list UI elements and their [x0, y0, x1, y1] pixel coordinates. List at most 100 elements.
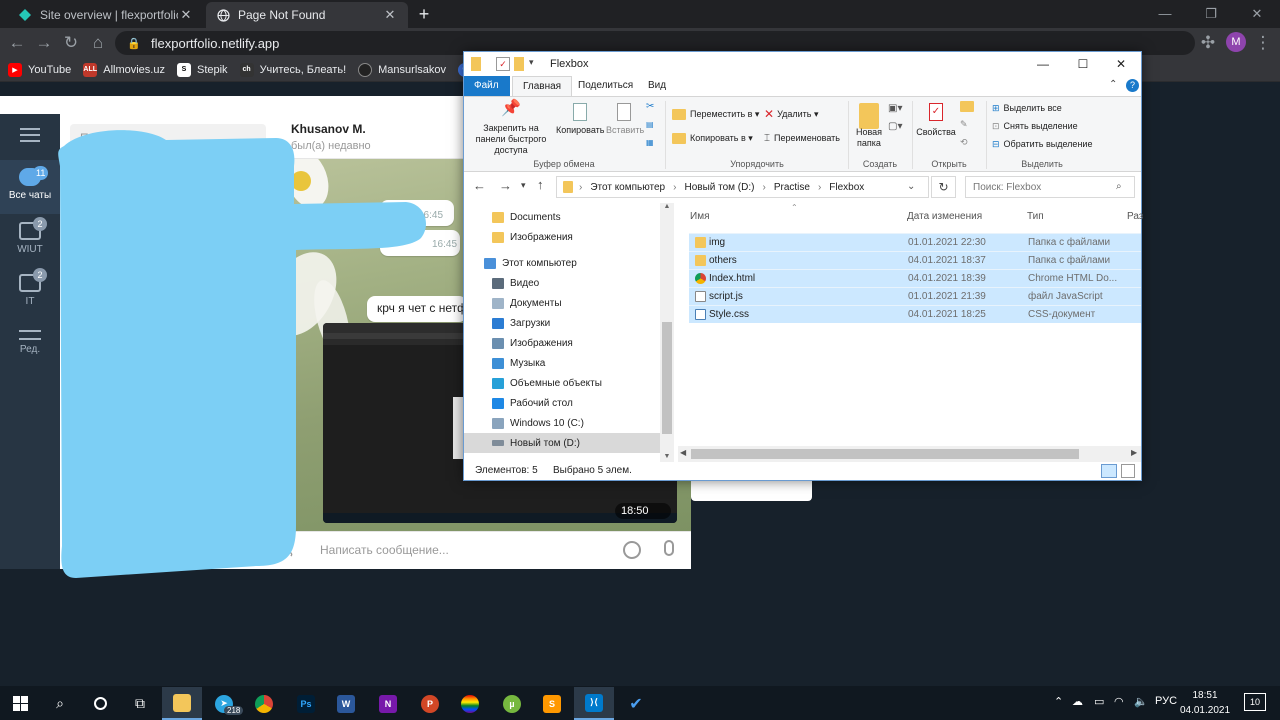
properties-button[interactable]: ✓ Свойства: [916, 103, 956, 138]
tray-chevron-icon[interactable]: ⌃: [1054, 695, 1063, 708]
hamburger-icon[interactable]: [20, 128, 40, 142]
menu-dots-icon[interactable]: ⋮: [1252, 32, 1274, 54]
cortana-icon[interactable]: [80, 687, 120, 720]
reload-icon[interactable]: ↻: [60, 32, 82, 54]
browser-tab-site-overview[interactable]: Site overview | flexportfolio ✕: [8, 2, 204, 28]
copy-to-button[interactable]: Копировать в ▾: [672, 133, 753, 144]
sublime-taskbar-icon[interactable]: S: [532, 687, 572, 720]
explorer-search-input[interactable]: Поиск: Flexbox ⌕: [965, 176, 1135, 198]
file-explorer-taskbar-icon[interactable]: [162, 687, 202, 720]
file-row[interactable]: img 01.01.2021 22:30 Папка с файлами: [689, 233, 1141, 251]
large-icons-view-icon[interactable]: [1121, 464, 1135, 478]
breadcrumb-practise[interactable]: Practise: [774, 182, 810, 193]
wifi-icon[interactable]: ◠: [1114, 695, 1124, 708]
nav-item-pictures-quick[interactable]: Изображения: [464, 227, 660, 247]
file-row[interactable]: script.js 01.01.2021 21:39 файл JavaScri…: [689, 287, 1141, 305]
close-tab-icon[interactable]: ✕: [382, 7, 398, 23]
telegram-taskbar-icon[interactable]: ➤ 218: [204, 687, 244, 720]
task-view-icon[interactable]: ⧉: [120, 687, 160, 720]
bookmark-youtube[interactable]: ▶ YouTube: [8, 62, 71, 77]
file-row[interactable]: Index.html 04.01.2021 18:39 Chrome HTML …: [689, 269, 1141, 287]
back-arrow-icon[interactable]: ←: [6, 32, 28, 54]
onenote-taskbar-icon[interactable]: N: [368, 687, 408, 720]
horizontal-scroll-thumb[interactable]: [691, 449, 1079, 459]
select-all-button[interactable]: ⊞ Выделить все: [992, 103, 1062, 114]
emoji-icon[interactable]: [623, 541, 641, 559]
word-taskbar-icon[interactable]: W: [326, 687, 366, 720]
chrome-taskbar-icon[interactable]: [244, 687, 284, 720]
ribbon-collapse-icon[interactable]: ⌃: [1109, 79, 1117, 90]
new-folder-quick-icon[interactable]: [514, 57, 524, 71]
history-icon[interactable]: ⟲: [960, 137, 968, 148]
taskbar-clock[interactable]: 18:51 04.01.2021: [1175, 688, 1235, 718]
powerpoint-taskbar-icon[interactable]: P: [410, 687, 450, 720]
explorer-title-bar[interactable]: ✓ ▾ Flexbox — ☐ ✕: [464, 52, 1141, 76]
copy-button[interactable]: Копировать: [556, 103, 604, 136]
tab-home[interactable]: Главная: [512, 76, 573, 96]
column-name[interactable]: Имя: [690, 211, 709, 222]
easy-access-icon[interactable]: ▢▾: [888, 121, 902, 132]
bookmark-allmovies[interactable]: ALL Allmovies.uz: [83, 62, 165, 77]
delete-button[interactable]: ✕ Удалить ▾: [764, 108, 818, 120]
properties-check-icon[interactable]: ✓: [496, 57, 510, 71]
search-icon[interactable]: ⌕: [40, 687, 80, 720]
bookmark-learn[interactable]: ch Учитесь, Блеать!: [239, 62, 346, 77]
profile-avatar[interactable]: M: [1226, 32, 1246, 52]
home-icon[interactable]: ⌂: [87, 32, 109, 54]
notification-center-icon[interactable]: 10: [1244, 693, 1266, 711]
new-item-icon[interactable]: ▣▾: [888, 103, 902, 114]
volume-icon[interactable]: 🔈: [1134, 695, 1148, 708]
forward-arrow-icon[interactable]: →: [33, 32, 55, 54]
recent-locations-icon[interactable]: ▾: [521, 180, 526, 191]
column-date[interactable]: Дата изменения: [907, 211, 982, 222]
close-window-icon[interactable]: ✕: [1234, 0, 1280, 28]
nav-item-documents[interactable]: Documents: [464, 207, 660, 227]
forward-arrow-icon[interactable]: →: [499, 178, 512, 193]
nav-item-pictures[interactable]: Изображения: [464, 333, 660, 353]
select-none-button[interactable]: ⊡ Снять выделение: [992, 121, 1078, 132]
utorrent-taskbar-icon[interactable]: µ: [492, 687, 532, 720]
vscode-taskbar-icon[interactable]: ⟩⟨: [574, 687, 614, 720]
bookmark-stepik[interactable]: S Stepik: [176, 62, 228, 77]
quick-access-dropdown-icon[interactable]: ▾: [529, 57, 543, 71]
edit-icon[interactable]: ✎: [960, 119, 968, 130]
explorer-address-bar[interactable]: › Этот компьютер › Новый том (D:) › Practi…: [556, 176, 929, 198]
up-arrow-icon[interactable]: ↑: [537, 177, 544, 192]
nav-item-drive-d[interactable]: Новый том (D:): [464, 433, 660, 453]
nav-item-3d-objects[interactable]: Объемные объекты: [464, 373, 660, 393]
nav-item-desktop[interactable]: Рабочий стол: [464, 393, 660, 413]
nav-scroll-thumb[interactable]: [662, 322, 672, 434]
chevron-down-icon[interactable]: ⌄: [907, 181, 915, 192]
invert-selection-button[interactable]: ⊟ Обратить выделение: [992, 139, 1092, 150]
browser-tab-page-not-found[interactable]: Page Not Found ✕: [206, 2, 408, 28]
minimize-icon[interactable]: —: [1023, 52, 1063, 76]
paste-button[interactable]: Вставить: [606, 103, 644, 136]
copy-path-icon[interactable]: ▤: [646, 119, 654, 130]
breadcrumb-flexbox[interactable]: Flexbox: [829, 182, 864, 193]
rename-button[interactable]: ⌶ Переименовать: [764, 133, 840, 144]
microphone-icon[interactable]: [664, 540, 674, 556]
onedrive-icon[interactable]: ☁: [1072, 695, 1083, 708]
lgbt-app-taskbar-icon[interactable]: [450, 687, 490, 720]
back-arrow-icon[interactable]: ←: [473, 178, 486, 193]
nav-item-video[interactable]: Видео: [464, 273, 660, 293]
tab-view[interactable]: Вид: [638, 76, 676, 96]
photoshop-taskbar-icon[interactable]: Ps: [286, 687, 326, 720]
new-folder-button[interactable]: Новая папка: [852, 103, 886, 149]
breadcrumb-volume-d[interactable]: Новый том (D:): [684, 182, 754, 193]
breadcrumb-this-pc[interactable]: Этот компьютер: [590, 182, 665, 193]
todo-taskbar-icon[interactable]: ✔: [616, 687, 656, 720]
nav-item-music[interactable]: Музыка: [464, 353, 660, 373]
maximize-icon[interactable]: ☐: [1063, 52, 1103, 76]
minimize-icon[interactable]: —: [1142, 0, 1188, 28]
file-row[interactable]: Style.css 04.01.2021 18:25 CSS-документ: [689, 305, 1141, 323]
extensions-icon[interactable]: ✣: [1197, 32, 1219, 54]
nav-item-drive-c[interactable]: Windows 10 (C:): [464, 413, 660, 433]
close-icon[interactable]: ✕: [1101, 52, 1141, 76]
windows-start-icon[interactable]: [0, 687, 40, 720]
column-size[interactable]: Раз: [1127, 211, 1143, 222]
close-tab-icon[interactable]: ✕: [178, 7, 194, 23]
tab-share[interactable]: Поделиться: [568, 76, 643, 96]
bookmark-mansur[interactable]: Mansurlsakov: [358, 62, 446, 77]
help-icon[interactable]: ?: [1126, 79, 1139, 92]
